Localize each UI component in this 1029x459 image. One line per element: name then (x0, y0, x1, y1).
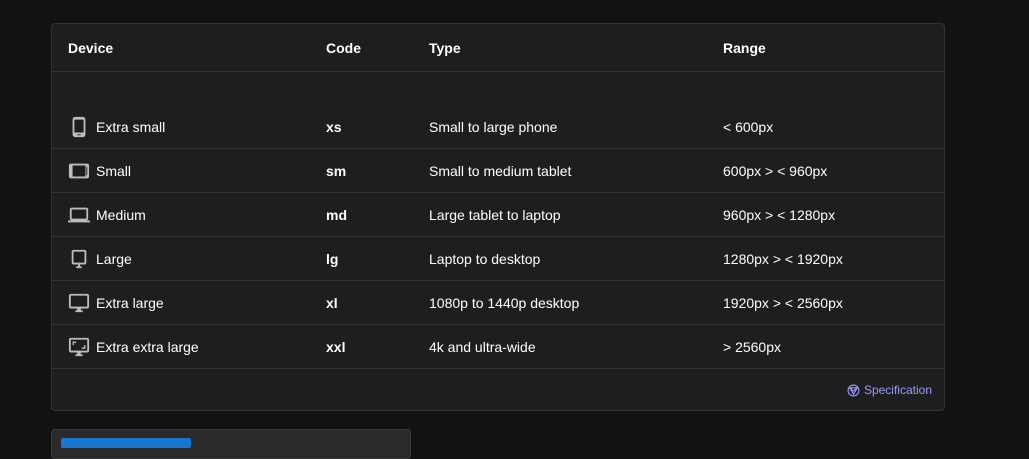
device-code: lg (326, 251, 339, 267)
phone-icon (68, 116, 90, 138)
material-design-icon (847, 384, 860, 397)
table-row: Extra extra large xxl 4k and ultra-wide … (52, 325, 944, 369)
specification-link-label: Specification (863, 383, 932, 397)
device-code: xxl (326, 339, 346, 355)
device-name: Extra small (96, 119, 166, 135)
device-name: Extra extra large (96, 339, 199, 355)
device-range: 1280px > < 1920px (723, 251, 843, 267)
header-code: Code (326, 40, 361, 56)
device-range: < 600px (723, 119, 774, 135)
device-type: 1080p to 1440p desktop (429, 295, 580, 311)
accent-bar (61, 438, 191, 448)
device-code: sm (326, 163, 347, 179)
table-row: Extra small xs Small to large phone < 60… (52, 105, 944, 149)
tablet-icon (68, 160, 90, 182)
device-name: Medium (96, 207, 146, 223)
device-range: 600px > < 960px (723, 163, 828, 179)
device-type: 4k and ultra-wide (429, 339, 536, 355)
device-range: > 2560px (723, 339, 781, 355)
specification-link[interactable]: Specification (847, 383, 932, 397)
device-type: Small to large phone (429, 119, 558, 135)
monitor-icon (68, 292, 90, 314)
device-code: md (326, 207, 347, 223)
device-code: xl (326, 295, 338, 311)
desktop-small-icon (68, 248, 90, 270)
device-type: Laptop to desktop (429, 251, 541, 267)
widescreen-icon (68, 336, 90, 358)
table-row: Large lg Laptop to desktop 1280px > < 19… (52, 237, 944, 281)
table-header-row: Device Code Type Range (52, 24, 944, 72)
table-row: Small sm Small to medium tablet 600px > … (52, 149, 944, 193)
device-type: Small to medium tablet (429, 163, 572, 179)
device-name: Large (96, 251, 132, 267)
header-device: Device (68, 40, 114, 56)
device-range: 1920px > < 2560px (723, 295, 843, 311)
device-name: Extra large (96, 295, 164, 311)
device-code: xs (326, 119, 342, 135)
header-range: Range (723, 40, 766, 56)
device-range: 960px > < 1280px (723, 207, 836, 223)
table-row: Extra large xl 1080p to 1440p desktop 19… (52, 281, 944, 325)
table-row: Medium md Large tablet to laptop 960px >… (52, 193, 944, 237)
device-type: Large tablet to laptop (429, 207, 561, 223)
laptop-icon (68, 204, 90, 226)
device-name: Small (96, 163, 132, 179)
header-type: Type (429, 40, 461, 56)
next-section-card (51, 429, 411, 459)
breakpoints-table-card: Device Code Type Range Extra small xs Sm… (51, 23, 945, 411)
